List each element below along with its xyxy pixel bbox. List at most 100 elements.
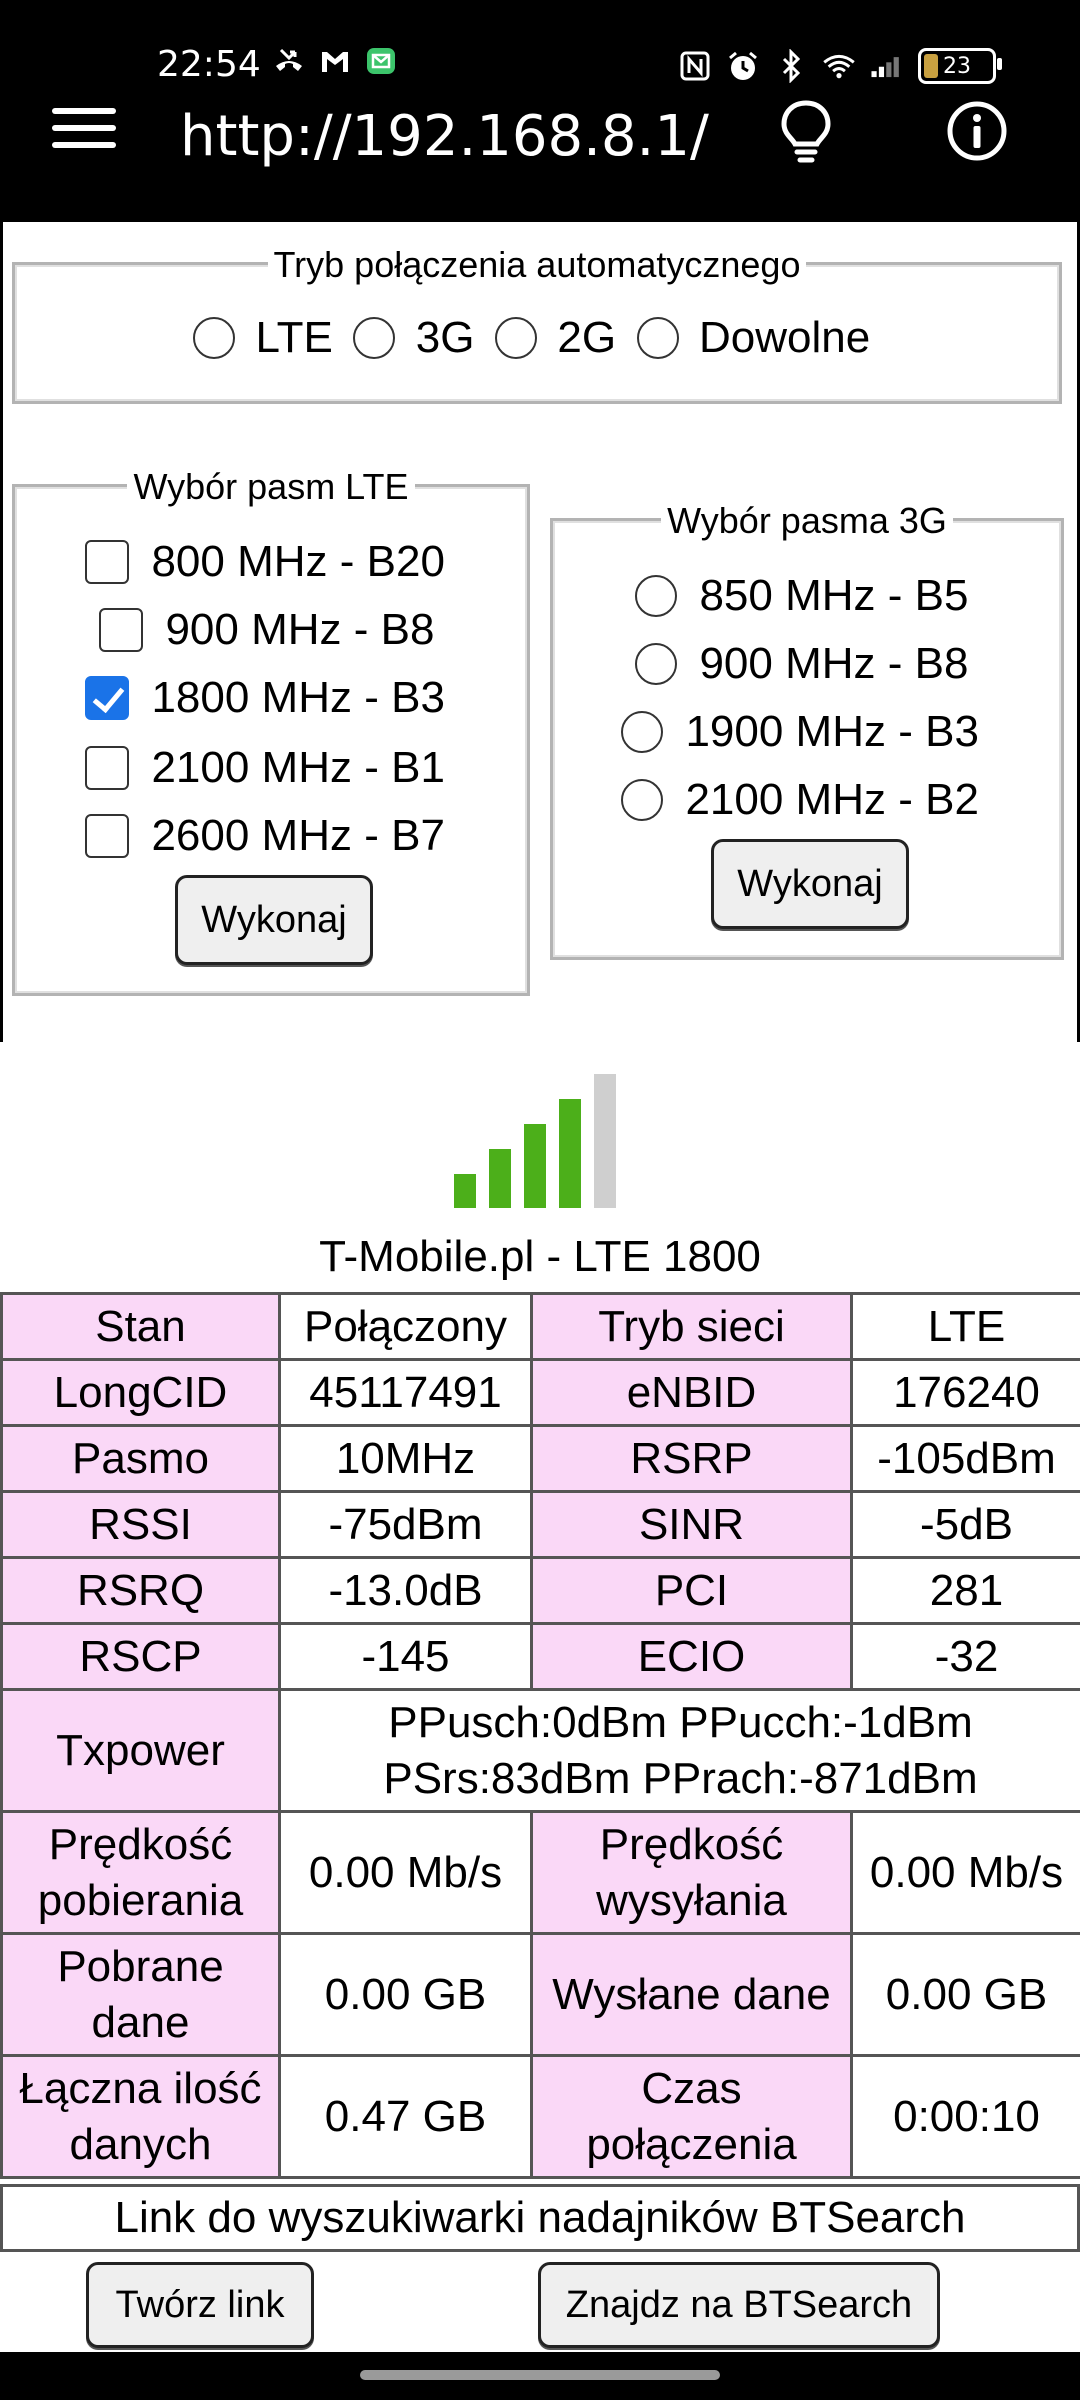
lte-band-row: 2100 MHz - B1 (85, 743, 445, 793)
stat-label-line: dane (91, 1997, 190, 2047)
radio-2g[interactable] (494, 317, 537, 359)
radio-2g-label: 2G (557, 313, 617, 362)
lte-band-label: 2100 MHz - B1 (151, 743, 445, 792)
stat-label: LongCID (0, 1358, 281, 1427)
stat-label: Stan (0, 1292, 281, 1361)
stat-label-line: wysyłania (596, 1875, 787, 1925)
stat-label: SINR (530, 1490, 853, 1559)
table-row: Łączna ilość danych 0.47 GB Czas połącze… (0, 2054, 1080, 2179)
bluetooth-icon (774, 49, 808, 83)
stat-label: Prędkość wysyłania (530, 1810, 853, 1935)
lte-bands-legend: Wybór pasm LTE (127, 466, 415, 507)
stat-label: ECIO (530, 1622, 853, 1691)
radio-any-label: Dowolne (699, 313, 871, 362)
lte-band-checkbox-b20[interactable] (85, 540, 129, 584)
lte-band-row: 800 MHz - B20 (85, 537, 445, 587)
stat-value: 0.00 GB (278, 1932, 533, 2057)
umts-apply-button[interactable]: Wykonaj (711, 839, 909, 929)
stat-label-line: danych (69, 2119, 212, 2169)
create-link-button[interactable]: Twórz link (86, 2262, 314, 2348)
stat-label: Tryb sieci (530, 1292, 853, 1361)
table-row: RSSI -75dBm SINR -5dB (0, 1490, 1080, 1559)
lte-band-checkbox-b1[interactable] (85, 746, 129, 790)
status-time: 22:54 (157, 44, 261, 85)
find-btsearch-button[interactable]: Znajdz na BTSearch (538, 2262, 940, 2348)
stat-value: -105dBm (850, 1424, 1080, 1493)
lte-band-row: 1800 MHz - B3 (85, 673, 445, 723)
radio-any[interactable] (636, 317, 679, 359)
missed-call-icon (272, 44, 306, 78)
stat-label: eNBID (530, 1358, 853, 1427)
txpower-line: PSrs:83dBm PPrach:-871dBm (383, 1753, 978, 1803)
auto-mode-fieldset: Tryb połączenia automatycznego LTE 3G 2G… (12, 244, 1062, 404)
lte-apply-button[interactable]: Wykonaj (175, 875, 373, 965)
stat-value: -75dBm (278, 1490, 533, 1559)
signal-bar (559, 1099, 581, 1208)
operator-label: T-Mobile.pl - LTE 1800 (319, 1232, 761, 1281)
frame-left-edge (0, 222, 3, 1042)
umts-band-row: 1900 MHz - B3 (621, 707, 979, 757)
table-row: LongCID 45117491 eNBID 176240 (0, 1358, 1080, 1427)
wifi-icon (822, 49, 856, 83)
lte-band-checkbox-b7[interactable] (85, 814, 129, 858)
lte-band-checkbox-b8[interactable] (99, 608, 143, 652)
stat-value: 0.00 GB (850, 1932, 1080, 2057)
umts-bands-fieldset: Wybór pasma 3G 850 MHz - B5 900 MHz - B8… (550, 500, 1064, 960)
message-icon (364, 44, 398, 78)
status-notification-icons (272, 44, 398, 78)
stat-label-line: Pobrane (57, 1941, 224, 1991)
radio-lte[interactable] (193, 317, 235, 359)
umts-band-radio-b3[interactable] (621, 711, 663, 753)
umts-band-radio-b5[interactable] (635, 575, 677, 617)
nfc-icon (678, 49, 712, 83)
signal-bar (489, 1149, 511, 1208)
table-row: RSCP -145 ECIO -32 (0, 1622, 1080, 1691)
stat-value: 0.47 GB (278, 2054, 533, 2179)
lte-band-label: 800 MHz - B20 (151, 537, 445, 586)
umts-band-label: 1900 MHz - B3 (685, 707, 979, 756)
lte-band-checkbox-b3[interactable] (85, 676, 129, 720)
stat-value: -32 (850, 1622, 1080, 1691)
stat-label: Pasmo (0, 1424, 281, 1493)
stat-value: 45117491 (278, 1358, 533, 1427)
radio-3g-label: 3G (415, 313, 475, 362)
signal-bar (594, 1074, 616, 1208)
stat-value: 176240 (850, 1358, 1080, 1427)
lte-band-label: 2600 MHz - B7 (151, 811, 445, 860)
stat-label: Czas połączenia (530, 2054, 853, 2179)
home-gesture-handle[interactable] (360, 2370, 720, 2380)
umts-band-radio-b8[interactable] (635, 643, 677, 685)
umts-band-label: 850 MHz - B5 (699, 571, 969, 620)
stat-label: Pobrane dane (0, 1932, 281, 2057)
status-system-icons: 23 (678, 48, 1002, 84)
connection-stats-table: Stan Połączony Tryb sieci LTE LongCID 45… (0, 1292, 1080, 2179)
stat-label: RSRQ (0, 1556, 281, 1625)
umts-band-label: 900 MHz - B8 (699, 639, 969, 688)
stat-value: 0.00 Mb/s (278, 1810, 533, 1935)
umts-band-label: 2100 MHz - B2 (685, 775, 979, 824)
stat-value: 10MHz (278, 1424, 533, 1493)
stat-value-txpower: PPusch:0dBm PPucch:-1dBm PSrs:83dBm PPra… (278, 1688, 1080, 1813)
txpower-line: PPusch:0dBm PPucch:-1dBm (388, 1697, 973, 1747)
menu-icon[interactable] (52, 108, 116, 152)
lte-band-label: 1800 MHz - B3 (151, 673, 445, 722)
lightbulb-icon[interactable] (776, 98, 836, 164)
stat-value: 0:00:10 (850, 2054, 1080, 2179)
top-bar: 22:54 23 http://192.168.8.1/ (0, 0, 1080, 222)
signal-icon (870, 49, 904, 83)
signal-bar (524, 1124, 546, 1208)
umts-bands-legend: Wybór pasma 3G (661, 500, 953, 541)
table-row: Pasmo 10MHz RSRP -105dBm (0, 1424, 1080, 1493)
stat-label: Txpower (0, 1688, 281, 1813)
info-icon[interactable] (946, 100, 1008, 162)
table-row: Prędkość pobierania 0.00 Mb/s Prędkość w… (0, 1810, 1080, 1935)
stat-label: PCI (530, 1556, 853, 1625)
umts-band-row: 900 MHz - B8 (635, 639, 968, 689)
stat-label-line: Czas (641, 2063, 742, 2113)
stat-label-line: pobierania (37, 1875, 244, 1925)
address-url[interactable]: http://192.168.8.1/ (180, 104, 709, 169)
stat-value: 0.00 Mb/s (850, 1810, 1080, 1935)
umts-band-radio-b2[interactable] (621, 779, 663, 821)
table-row: Pobrane dane 0.00 GB Wysłane dane 0.00 G… (0, 1932, 1080, 2057)
radio-3g[interactable] (353, 317, 396, 359)
